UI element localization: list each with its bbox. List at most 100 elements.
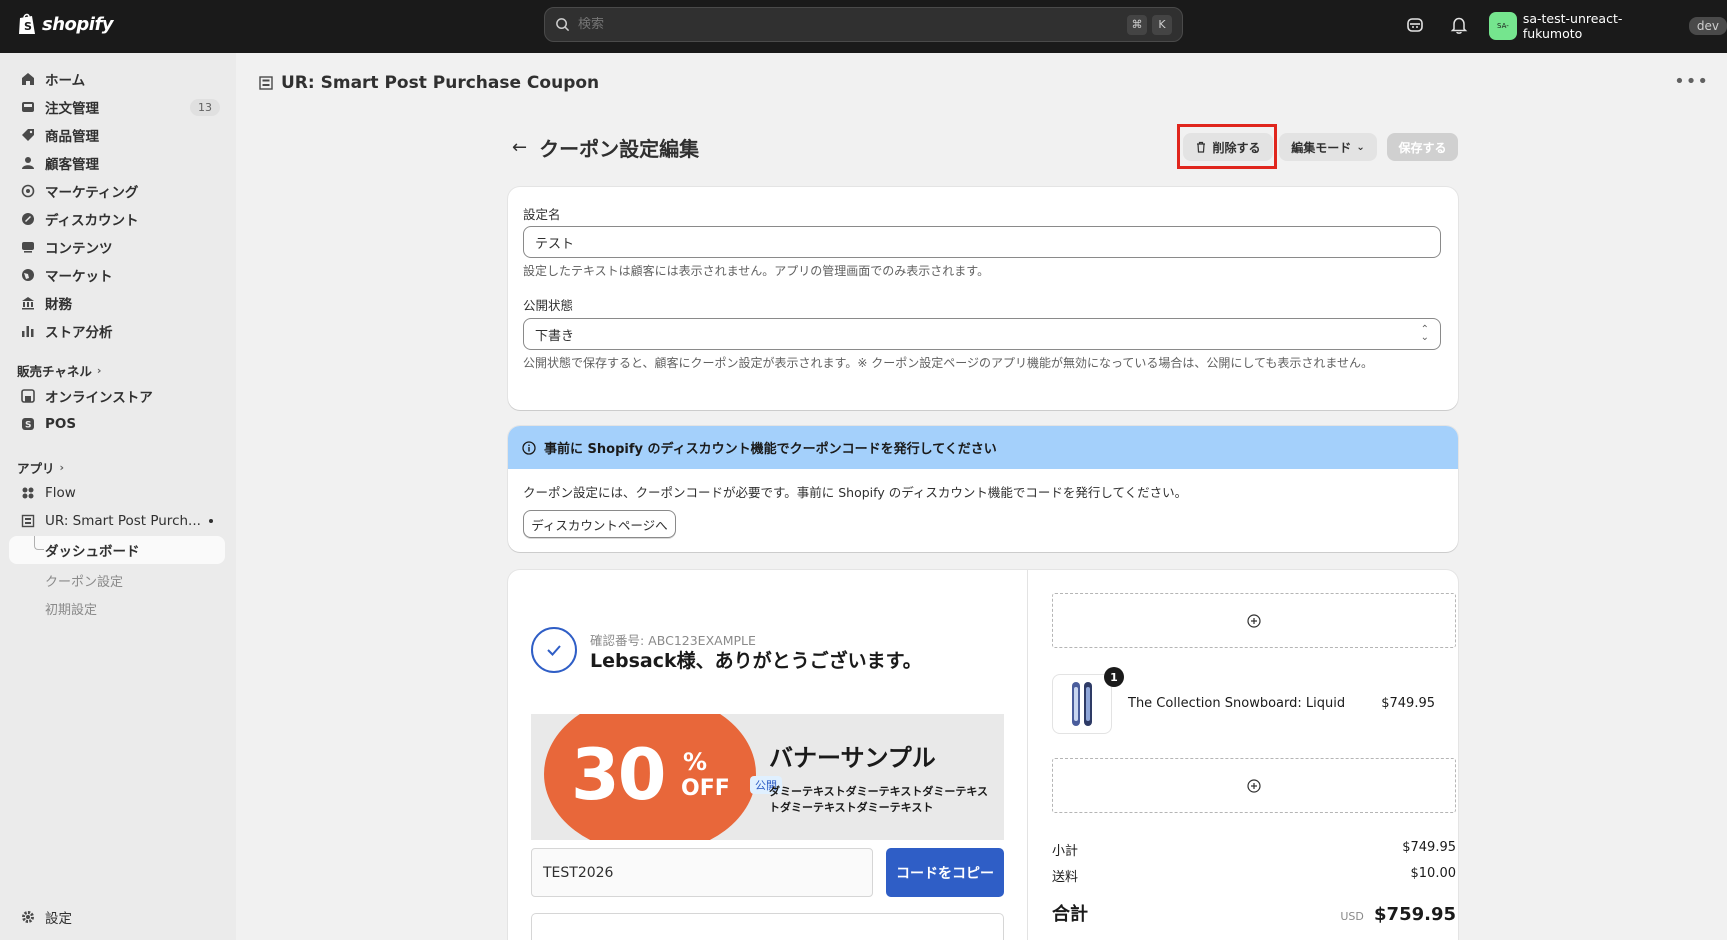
next-section-box (531, 913, 1004, 940)
sidebar-item-label: マーケット (45, 269, 113, 285)
preview-card: 確認番号: ABC123EXAMPLE Lebsack様、ありがとうございます。… (508, 570, 1458, 940)
flow-icon (20, 485, 36, 501)
add-block-top[interactable] (1052, 593, 1456, 648)
sidebar-item-settings[interactable]: 設定 (9, 903, 225, 931)
bank-icon (20, 295, 36, 311)
status-help: 公開状態で保存すると、顧客にクーポン設定が表示されます。※ クーポン設定ページの… (523, 356, 1374, 370)
discount-notice-card: 事前に Shopify のディスカウント機能でクーポンコードを発行してください … (508, 426, 1458, 552)
apps-heading[interactable]: アプリ › (17, 458, 64, 477)
sales-channels-heading[interactable]: 販売チャネル › (17, 361, 101, 380)
chevron-down-icon: ⌄ (1356, 141, 1365, 153)
coupon-code-field[interactable]: TEST2026 (531, 848, 873, 897)
edit-mode-dropdown[interactable]: 編集モード ⌄ (1279, 133, 1377, 161)
sidebar-item-products[interactable]: 商品管理 (9, 121, 225, 149)
sidebar-item-orders[interactable]: 注文管理 13 (9, 93, 225, 121)
sidebar-item-label: オンラインストア (45, 390, 153, 406)
command-key-hint: ⌘ (1127, 14, 1147, 35)
sidebar-item-marketing[interactable]: マーケティング (9, 177, 225, 205)
discount-icon (20, 211, 36, 227)
settings-form-card: 設定名 テスト 設定したテキストは顧客には表示されません。アプリの管理画面でのみ… (508, 187, 1458, 410)
sidebar-item-discounts[interactable]: ディスカウント (9, 205, 225, 233)
check-icon (531, 627, 577, 673)
product-image (1052, 674, 1112, 734)
plus-circle-icon (1247, 778, 1261, 793)
app-title: UR: Smart Post Purchase Coupon (259, 73, 599, 93)
sidebar-item-flow[interactable]: Flow (9, 479, 225, 507)
sidebar-item-label: ストア分析 (45, 325, 113, 341)
subtotal-value: $749.95 (1402, 840, 1456, 855)
subtotal-label: 小計 (1052, 844, 1079, 859)
select-arrows-icon: ⌃ ⌄ (1420, 324, 1429, 343)
content-icon (20, 239, 36, 255)
dev-badge: dev (1688, 17, 1727, 35)
search-input[interactable] (578, 17, 1122, 32)
snowboard-icon (1072, 682, 1092, 726)
product-price: $749.95 (1381, 696, 1435, 711)
save-button[interactable]: 保存する (1387, 133, 1458, 161)
total-value: $759.95 (1374, 904, 1456, 925)
sidebar-item-pos[interactable]: S POS (9, 410, 225, 438)
sidebar-item-label: ダッシュボード (45, 544, 140, 560)
sidebar-item-label: コンテンツ (45, 241, 113, 257)
sidebar-item-home[interactable]: ホーム (9, 65, 225, 93)
chevron-right-icon: › (96, 364, 102, 377)
discount-off: OFF (681, 776, 730, 801)
status-label: 公開状態 (523, 298, 574, 313)
add-block-bottom[interactable] (1052, 758, 1456, 813)
status-value: 下書き (535, 328, 575, 344)
sidebar-item-smart-post-purchase[interactable]: UR: Smart Post Purch... (9, 507, 225, 535)
discount-page-button[interactable]: ディスカウントページへ (523, 510, 676, 538)
quantity-badge: 1 (1104, 667, 1124, 687)
pos-icon: S (20, 416, 36, 432)
sidebar-item-finance[interactable]: 財務 (9, 289, 225, 317)
bell-icon[interactable] (1449, 15, 1469, 35)
chart-icon (20, 323, 36, 339)
tag-icon (20, 127, 36, 143)
banner-title: バナーサンプル (769, 744, 936, 772)
sidekick-icon[interactable] (1405, 15, 1425, 35)
name-label: 設定名 (523, 207, 561, 222)
info-icon (522, 440, 536, 455)
page-title-row: ← クーポン設定編集 (512, 133, 699, 162)
sidebar-item-customers[interactable]: 顧客管理 (9, 149, 225, 177)
sidebar-item-dashboard[interactable]: ダッシュボード (9, 536, 225, 564)
status-select[interactable]: 下書き ⌃ ⌄ (523, 318, 1441, 350)
notice-title: 事前に Shopify のディスカウント機能でクーポンコードを発行してください (544, 442, 997, 457)
store-icon (20, 388, 36, 404)
shopify-logo[interactable]: S shopify (17, 12, 114, 36)
k-key-hint: K (1152, 14, 1172, 35)
chevron-right-icon: › (59, 461, 65, 474)
sidebar-item-label: 注文管理 (45, 101, 99, 117)
sidebar-item-label: 商品管理 (45, 129, 99, 145)
order-summary-preview: 1 The Collection Snowboard: Liquid $749.… (1028, 570, 1458, 940)
sidebar-item-content[interactable]: コンテンツ (9, 233, 225, 261)
sidebar-item-label: 設定 (45, 911, 72, 927)
sidebar-item-coupon-settings[interactable]: クーポン設定 (45, 571, 123, 590)
store-menu[interactable]: SA- sa-test-unreact-fukumoto dev (1489, 11, 1727, 41)
plus-circle-icon (1247, 613, 1261, 628)
more-actions-icon[interactable]: ••• (1674, 71, 1709, 92)
save-label: 保存する (1398, 140, 1447, 155)
copy-code-button[interactable]: コードをコピー (886, 848, 1004, 897)
logo-text: shopify (42, 13, 114, 35)
back-arrow-icon[interactable]: ← (512, 137, 527, 158)
notice-header: 事前に Shopify のディスカウント機能でクーポンコードを発行してください (508, 426, 1458, 469)
notice-body: クーポン設定には、クーポンコードが必要です。事前に Shopify のディスカウ… (523, 485, 1188, 500)
sidebar-item-initial-settings[interactable]: 初期設定 (45, 599, 97, 618)
globe-icon (20, 267, 36, 283)
app-page-header: UR: Smart Post Purchase Coupon ••• (236, 53, 1727, 113)
sidebar-item-online-store[interactable]: オンラインストア (9, 382, 225, 410)
person-icon (20, 155, 36, 171)
svg-text:S: S (24, 20, 32, 33)
total-label: 合計 (1052, 904, 1088, 925)
discount-percent: % (683, 748, 708, 776)
banner-description: ダミーテキストダミーテキストダミーテキストダミーテキストダミーテキスト (769, 785, 989, 814)
search-bar[interactable]: ⌘ K (544, 7, 1183, 42)
sidebar-item-analytics[interactable]: ストア分析 (9, 317, 225, 345)
name-field[interactable]: テスト (523, 226, 1441, 258)
sidebar-item-markets[interactable]: マーケット (9, 261, 225, 289)
store-name: sa-test-unreact-fukumoto (1522, 11, 1623, 41)
discount-number: 30 (571, 734, 666, 816)
store-avatar: SA- (1489, 12, 1517, 40)
sidebar-item-label: UR: Smart Post Purch... (45, 513, 201, 529)
